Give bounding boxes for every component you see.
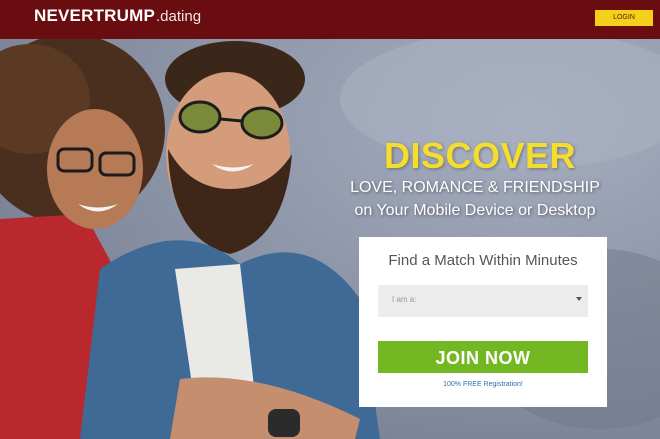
hero-banner: DISCOVER LOVE, ROMANCE & FRIENDSHIP on Y…: [0, 39, 660, 439]
hero-tagline-primary: LOVE, ROMANCE & FRIENDSHIP: [350, 179, 600, 196]
logo-brand-text: NEVERTRUMP: [34, 6, 156, 25]
top-navigation-bar: NEVERTRUMP .dating LOGIN: [0, 0, 660, 39]
join-now-button[interactable]: JOIN NOW: [378, 341, 588, 373]
signup-card-title: Find a Match Within Minutes: [388, 252, 578, 269]
site-logo[interactable]: NEVERTRUMP .dating: [34, 6, 201, 30]
login-button[interactable]: LOGIN: [595, 10, 653, 26]
chevron-down-icon: [576, 297, 582, 301]
gender-select-placeholder: I am a:: [392, 295, 417, 304]
free-registration-note: 100% FREE Registration!: [443, 381, 523, 388]
signup-card: Find a Match Within Minutes I am a: JOIN…: [359, 237, 607, 407]
logo-suffix-text: .dating: [156, 8, 202, 25]
hero-tagline-secondary: on Your Mobile Device or Desktop: [354, 202, 596, 219]
gender-select[interactable]: I am a:: [378, 285, 588, 317]
hero-headline: DISCOVER: [383, 135, 577, 176]
